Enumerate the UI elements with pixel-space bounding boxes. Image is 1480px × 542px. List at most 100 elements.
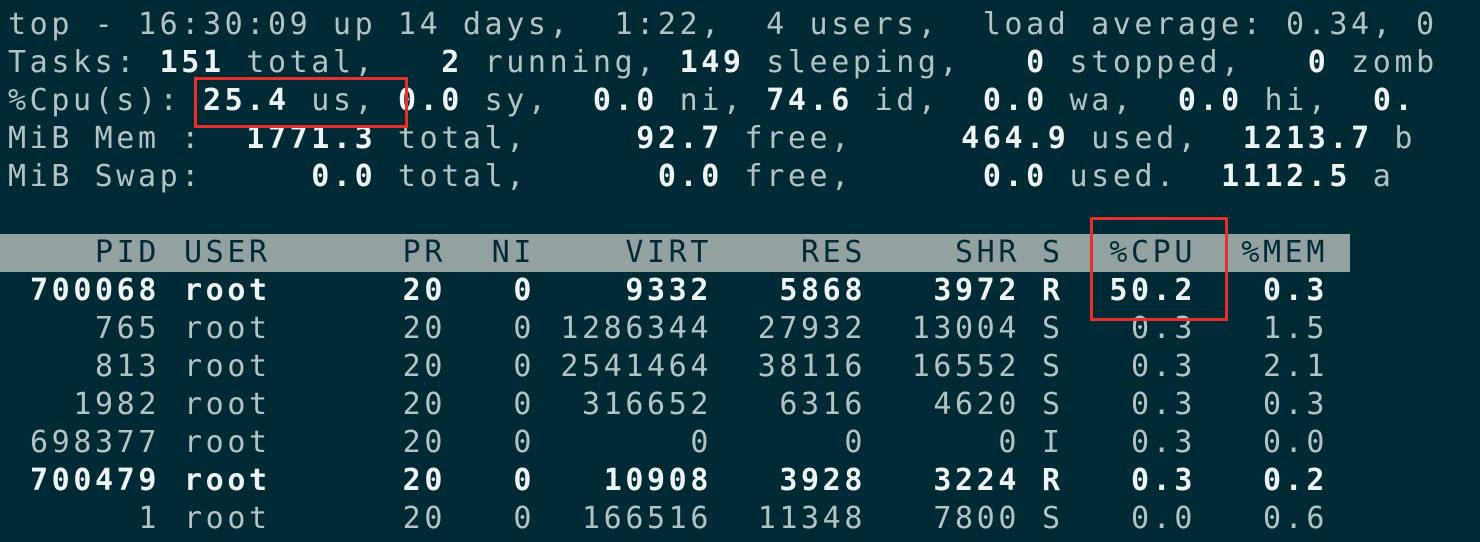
cell-virt: 166516 — [582, 501, 712, 536]
cell-ni: 0 — [513, 273, 535, 308]
cell-mem: 0.3 — [1263, 273, 1328, 308]
cell-pr: 20 — [402, 425, 446, 460]
cell-mem: 1.5 — [1263, 311, 1328, 346]
cell-user: root — [184, 349, 271, 384]
cell-cpu: 0.3 — [1131, 463, 1196, 498]
cell-mem: 0.3 — [1263, 387, 1328, 422]
process-row[interactable]: 700479 root 20 0 10908 3928 3224 R 0.3 0.2 — [0, 462, 1350, 500]
mem-used-label: used, — [1069, 121, 1243, 156]
cell-cpu: 0.0 — [1131, 501, 1196, 536]
col-header-state[interactable]: S — [1042, 234, 1082, 272]
cell-shr: 16552 — [911, 349, 1020, 384]
cell-virt: 9332 — [625, 273, 712, 308]
mem-free-label: free, — [722, 121, 962, 156]
swap-label: MiB Swap: — [8, 159, 312, 194]
cell-res: 6316 — [779, 387, 866, 422]
cell-pid: 700479 — [30, 463, 160, 498]
col-header-ni[interactable]: NI — [460, 234, 535, 272]
cell-state: R — [1042, 463, 1064, 498]
cell-state: I — [1042, 425, 1064, 460]
cell-mem: 2.1 — [1263, 349, 1328, 384]
col-header-res[interactable]: RES — [720, 234, 866, 272]
cpu-sy-label: sy, — [462, 83, 593, 118]
cpu-ni-label: ni, — [657, 83, 767, 118]
col-header-pid[interactable]: PID — [0, 234, 160, 272]
cpu-wa-label: wa, — [1047, 83, 1178, 118]
cell-ni: 0 — [513, 387, 535, 422]
tasks-running-value: 2 — [441, 45, 463, 80]
process-row[interactable]: 1 root 20 0 166516 11348 7800 S 0.0 0.6 — [0, 500, 1350, 538]
cpu-label: %Cpu(s): — [8, 83, 203, 118]
cell-state: S — [1042, 349, 1064, 384]
cell-res: 3928 — [779, 463, 866, 498]
mem-used-value: 464.9 — [961, 121, 1070, 156]
cell-user: root — [184, 387, 271, 422]
cell-user: root — [184, 425, 271, 460]
cell-shr: 4620 — [933, 387, 1020, 422]
process-row[interactable]: 813 root 20 0 2541464 38116 16552 S 0.3 2.1 — [0, 348, 1350, 386]
swap-avail-label: a — [1351, 159, 1395, 194]
tasks-zombie-value: 0 — [1307, 45, 1330, 80]
tasks-zombie-label: zomb — [1329, 45, 1438, 80]
cell-res: 27932 — [757, 311, 866, 346]
tasks-total-value: 151 — [159, 45, 225, 80]
cell-res: 5868 — [779, 273, 866, 308]
tasks-running-label: running, — [462, 45, 680, 80]
cell-virt: 1286344 — [560, 311, 712, 346]
process-row[interactable]: 1982 root 20 0 316652 6316 4620 S 0.3 0.3 — [0, 386, 1350, 424]
cell-user: root — [184, 463, 271, 498]
col-header-mem[interactable]: %MEM — [1220, 234, 1328, 272]
cpu-id-label: id, — [852, 83, 983, 118]
col-header-shr[interactable]: SHR — [880, 234, 1020, 272]
cell-user: root — [184, 501, 271, 536]
cell-pid: 700068 — [30, 273, 160, 308]
swap-avail-value: 1112.5 — [1221, 159, 1352, 194]
cell-pid: 1982 — [73, 387, 160, 422]
cell-shr: 13004 — [911, 311, 1020, 346]
terminal-window[interactable]: top - 16:30:09 up 14 days, 1:22, 4 users… — [0, 0, 1480, 542]
cell-cpu: 0.3 — [1131, 425, 1196, 460]
uptime-line: top - 16:30:09 up 14 days, 1:22, 4 users… — [8, 6, 1438, 44]
mem-total-label: total, — [376, 121, 637, 156]
cpu-wa-value: 0.0 — [982, 83, 1048, 118]
cell-user: root — [184, 311, 271, 346]
swap-total-value: 0.0 — [311, 159, 377, 194]
cell-pr: 20 — [402, 501, 446, 536]
cell-ni: 0 — [513, 311, 535, 346]
mem-free-value: 92.7 — [636, 121, 723, 156]
cell-pr: 20 — [402, 387, 446, 422]
cell-cpu: 0.3 — [1131, 387, 1196, 422]
cpu-id-value: 74.6 — [766, 83, 853, 118]
process-row[interactable]: 698377 root 20 0 0 0 0 I 0.3 0.0 — [0, 424, 1350, 462]
col-header-virt[interactable]: VIRT — [540, 234, 712, 272]
cell-cpu: 0.3 — [1131, 349, 1196, 384]
cell-shr: 3224 — [933, 463, 1020, 498]
cell-shr: 3972 — [933, 273, 1020, 308]
cell-virt: 0 — [690, 425, 712, 460]
tasks-label: Tasks: — [8, 45, 160, 80]
cell-user: root — [184, 273, 271, 308]
cell-pr: 20 — [402, 311, 446, 346]
cpu-us-highlight-box — [194, 77, 408, 128]
cpu-column-highlight-box — [1090, 217, 1228, 321]
tasks-sleeping-value: 149 — [679, 45, 745, 80]
cell-res: 38116 — [757, 349, 866, 384]
col-header-user[interactable]: USER — [184, 234, 304, 272]
cell-shr: 0 — [998, 425, 1020, 460]
cell-pid: 1 — [138, 501, 160, 536]
cell-pid: 765 — [95, 311, 160, 346]
cell-pr: 20 — [402, 273, 446, 308]
cell-pr: 20 — [402, 349, 446, 384]
cpu-si-value: 0. — [1372, 83, 1417, 118]
swap-free-label: free, — [722, 159, 983, 194]
mem-buff-label: b — [1372, 121, 1417, 156]
swap-free-value: 0.0 — [657, 159, 723, 194]
cell-mem: 0.6 — [1263, 501, 1328, 536]
tasks-total-label: total, — [224, 45, 442, 80]
cell-virt: 2541464 — [560, 349, 712, 384]
cell-ni: 0 — [513, 501, 535, 536]
cell-ni: 0 — [513, 425, 535, 460]
cpu-hi-label: hi, — [1242, 83, 1373, 118]
tasks-sleeping-label: sleeping, — [744, 45, 1027, 80]
col-header-pr[interactable]: PR — [380, 234, 446, 272]
